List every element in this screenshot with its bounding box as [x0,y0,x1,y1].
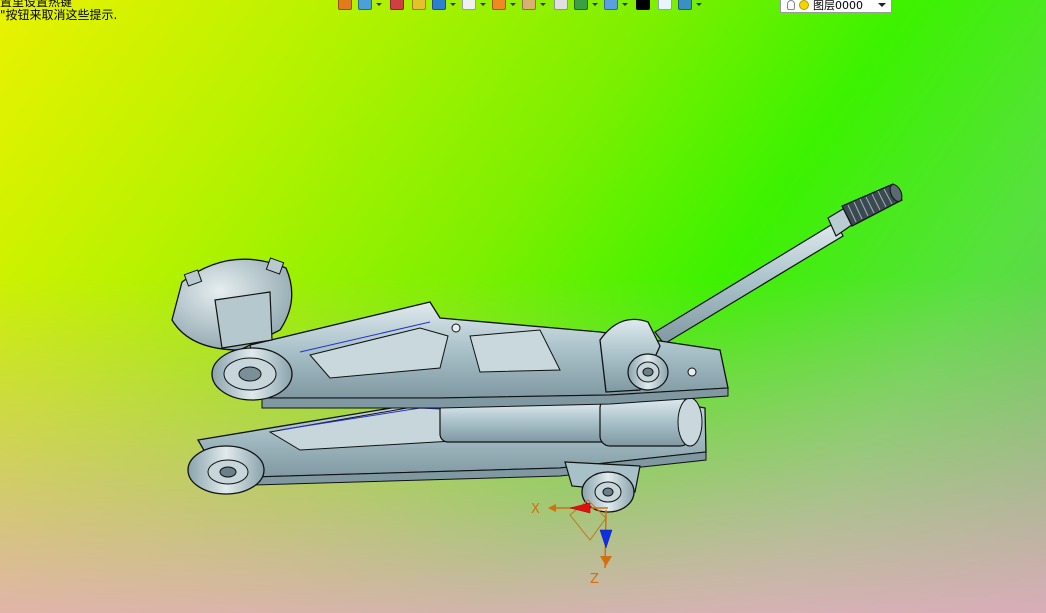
frame-icon [574,0,588,10]
clipboard-icon [522,0,536,10]
color-white-button[interactable] [656,0,674,12]
handle[interactable] [654,183,904,345]
axis-z-label: Z [590,572,599,587]
monitor-icon [604,0,618,10]
jack-model[interactable]: X Z [0,0,1046,613]
chevron-down-icon[interactable] [450,3,456,6]
exit-button[interactable] [336,0,354,12]
clipboard-button[interactable] [522,0,548,12]
sun-icon[interactable] [799,0,809,10]
chevron-down-icon[interactable] [510,3,516,6]
view-icon [358,0,372,10]
chevron-down-icon[interactable] [696,3,702,6]
hint-line-2: "按钮来取消这些提示. [0,8,118,22]
page-button[interactable] [552,0,570,12]
layer-name: 图层0000 [813,0,863,12]
hint-text: 置里设置热键 "按钮来取消这些提示. [0,0,117,22]
cube-blue-button[interactable] [432,0,458,12]
color-white-icon [658,0,672,10]
chevron-down-icon[interactable] [480,3,486,6]
color-black-icon [636,0,650,10]
3d-viewport[interactable]: X Z 置里设置热键 "按钮来取消这些提示. 图层0000 [0,0,1046,613]
page-icon [554,0,568,10]
front-wheel[interactable] [211,347,293,401]
layers-button[interactable] [678,0,704,12]
chevron-down-icon[interactable] [540,3,546,6]
rear-left-caster[interactable] [187,445,265,495]
chevron-down-icon[interactable] [878,3,886,7]
cube-white-icon [462,0,476,10]
layer-dropdown[interactable]: 图层0000 [780,0,892,13]
axis-x-label: X [531,502,540,517]
solid-yellow-icon [412,0,426,10]
bulb-icon[interactable] [787,0,795,10]
cube-blue-icon [432,0,446,10]
cube-white-button[interactable] [462,0,488,12]
sphere-orange-icon [492,0,506,10]
color-black-button[interactable] [634,0,652,12]
view-toolbar [336,0,704,13]
pencil-button[interactable] [388,0,406,12]
chevron-down-icon[interactable] [622,3,628,6]
sphere-orange-button[interactable] [492,0,518,12]
chevron-down-icon[interactable] [592,3,598,6]
monitor-button[interactable] [604,0,630,12]
saddle[interactable] [171,257,293,351]
chevron-down-icon[interactable] [376,3,382,6]
layers-icon [678,0,692,10]
solid-yellow-button[interactable] [410,0,428,12]
exit-icon [338,0,352,10]
rear-right-caster[interactable] [564,461,641,513]
frame-button[interactable] [574,0,600,12]
pencil-icon [390,0,404,10]
axis-triad: X Z [531,499,613,587]
view-button[interactable] [358,0,384,12]
